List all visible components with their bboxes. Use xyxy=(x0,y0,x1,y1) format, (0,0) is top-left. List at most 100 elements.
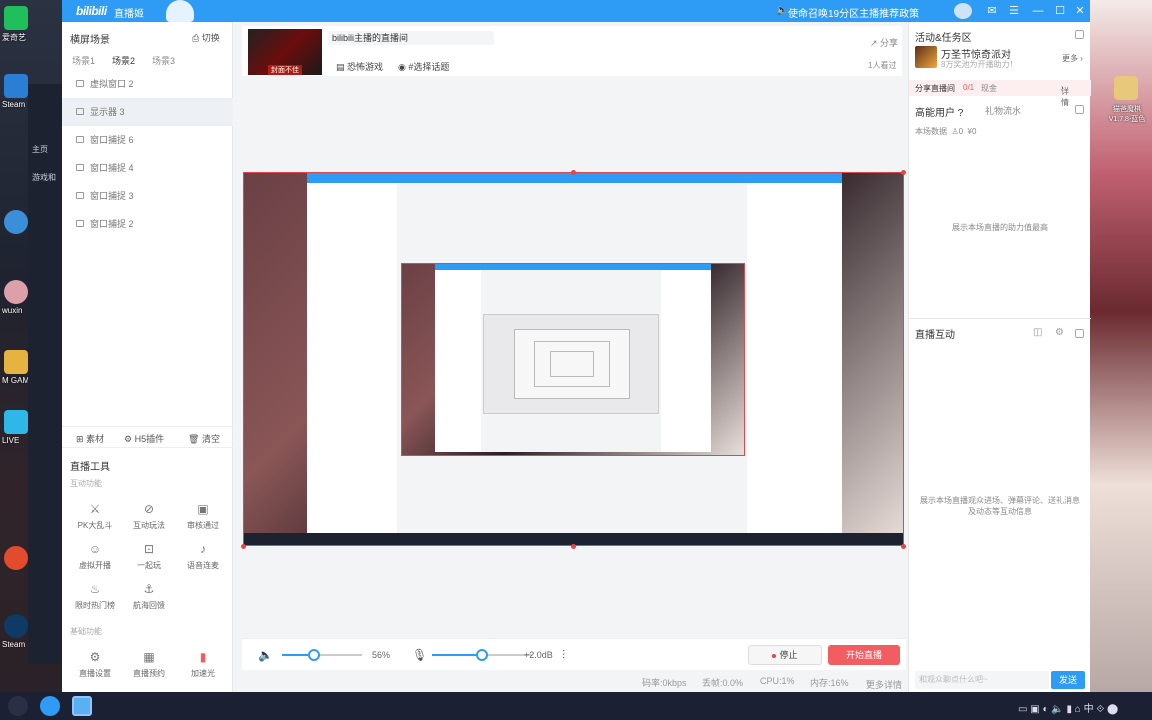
gear-icon[interactable]: ⚙ xyxy=(1055,327,1064,338)
resize-handle[interactable] xyxy=(241,544,246,549)
nested-left-panel xyxy=(435,270,481,452)
material-button[interactable]: ⊞ 素材 xyxy=(76,432,104,445)
room-title-input[interactable]: bilibili主播的直播间 xyxy=(328,31,494,45)
source-item[interactable]: 虚拟窗口 2 xyxy=(62,70,233,98)
voyage-tool[interactable]: ⚓ 航海回馈 xyxy=(122,582,176,611)
pk-tool[interactable]: ⚔ PK大乱斗 xyxy=(68,502,122,531)
more-details-label: 更多详情 xyxy=(866,680,903,690)
cover-image[interactable]: 封面不佳 xyxy=(248,29,322,75)
desktop-label: Steam xyxy=(2,100,26,109)
more-details-link[interactable]: 更多详情 › xyxy=(866,676,902,690)
send-button[interactable]: 发送 xyxy=(1051,671,1085,689)
hot-rank-tool[interactable]: ♨ 限时热门榜 xyxy=(68,582,122,611)
stream-preview[interactable] xyxy=(243,172,904,546)
chat-input[interactable]: 和观众聊点什么吧~ xyxy=(915,671,1049,689)
high-users-tab[interactable]: 高能用户 ? xyxy=(915,104,963,119)
gift-flow-tab[interactable]: 礼物流水 xyxy=(985,104,1021,117)
live-desktop-icon[interactable] xyxy=(4,410,28,434)
source-list: 虚拟窗口 2 显示器 3 窗口捕捉 6 窗口捕捉 4 窗口捕捉 3 窗口捕捉 2 xyxy=(62,70,233,238)
resize-handle[interactable] xyxy=(571,170,576,175)
notice-text[interactable]: 使命召唤19分区主播推荐政策 xyxy=(788,5,919,20)
mic-volume-slider[interactable] xyxy=(432,649,532,661)
review-icon: ▣ xyxy=(197,502,209,516)
detail-link[interactable]: 详情 › xyxy=(1061,83,1069,107)
mixer-icon[interactable]: ⫶ xyxy=(562,648,565,663)
tab-scene-1[interactable]: 场景1 xyxy=(72,54,95,67)
window-icon xyxy=(76,136,84,143)
maximize-icon[interactable]: ☐ xyxy=(1052,3,1068,19)
share-task-row[interactable]: 分享直播间 0/1 现金 详情 › xyxy=(909,80,1091,107)
mail-icon[interactable]: ✉ xyxy=(984,3,1000,19)
topic-selector[interactable]: ◉ #选择话题 xyxy=(398,60,449,73)
clear-button[interactable]: 🗑 清空 xyxy=(188,432,220,445)
flower-desktop-icon[interactable] xyxy=(4,280,28,304)
bg-window-text: 主页 xyxy=(32,145,48,154)
tool-label: 语音连麦 xyxy=(187,561,219,570)
start-live-button[interactable]: 开始直播 xyxy=(828,645,900,665)
review-tool[interactable]: ▣ 审核通过 xyxy=(176,502,230,531)
contribution-empty-text: 展示本场直播的助力值最高 xyxy=(952,223,1048,232)
steam-shortcut-icon[interactable] xyxy=(4,614,28,638)
voice-link-tool[interactable]: ♪ 语音连麦 xyxy=(176,542,230,571)
source-item[interactable]: 窗口捕捉 3 xyxy=(62,182,233,210)
source-label: 虚拟窗口 2 xyxy=(90,79,134,89)
share-count: 0/1 xyxy=(963,83,975,92)
source-item[interactable]: 显示器 3 xyxy=(62,98,233,126)
iqiyi-desktop-icon[interactable] xyxy=(4,6,28,30)
close-icon[interactable]: ✕ xyxy=(1072,3,1088,19)
minimize-icon[interactable]: — xyxy=(1030,3,1046,19)
avatar-icon[interactable] xyxy=(954,3,972,19)
more-link[interactable]: 更多 › xyxy=(1062,53,1083,64)
resize-handle[interactable] xyxy=(901,170,906,175)
popout-icon[interactable] xyxy=(1075,329,1084,338)
tab-scene-3[interactable]: 场景3 xyxy=(152,54,175,67)
interact-play-tool[interactable]: ⊘ 互动玩法 xyxy=(122,502,176,531)
window-icon xyxy=(76,220,84,227)
folder-desktop-icon[interactable] xyxy=(1114,76,1138,100)
resize-handle[interactable] xyxy=(901,544,906,549)
live-settings-tool[interactable]: ⚙ 直播设置 xyxy=(68,650,122,679)
share-button[interactable]: ↗ 分享 xyxy=(870,36,898,49)
activity-thumbnail[interactable] xyxy=(915,46,937,68)
h5-plugin-button[interactable]: ⚙ H5插件 xyxy=(124,432,164,445)
source-item[interactable]: 窗口捕捉 2 xyxy=(62,210,233,238)
source-item[interactable]: 窗口捕捉 6 xyxy=(62,126,233,154)
steam-desktop-icon[interactable] xyxy=(4,74,28,98)
mic-icon[interactable]: 🎙 xyxy=(412,648,427,662)
tray-icons[interactable]: ▭ ▣ ◐ 🔈 ▮ ⌂ 中 ⟐ ⬤ xyxy=(1018,700,1118,715)
scene-data-value: 0 xyxy=(958,127,964,136)
category-selector[interactable]: ▤ 恐怖游戏 xyxy=(336,60,383,73)
bilibili-taskbar-icon[interactable] xyxy=(72,696,92,716)
speaker-settings-icon[interactable]: ◫ xyxy=(1033,327,1042,338)
schedule-tool[interactable]: ▦ 直播预约 xyxy=(122,650,176,679)
scene-panel: 横屏场景 ⎙ 切换 场景1 场景2 场景3 虚拟窗口 2 显示器 3 窗口捕捉 … xyxy=(62,22,233,692)
popout-icon[interactable] xyxy=(1075,30,1084,39)
source-item[interactable]: 窗口捕捉 4 xyxy=(62,154,233,182)
interaction-title: 直播互动 xyxy=(915,330,955,341)
steam-taskbar-icon[interactable] xyxy=(8,696,28,716)
speaker-icon[interactable]: 🔈 xyxy=(258,648,273,662)
app-desktop-icon[interactable] xyxy=(4,210,28,234)
slider-knob[interactable] xyxy=(308,649,320,661)
pk-icon: ⚔ xyxy=(89,502,101,516)
slider-knob[interactable] xyxy=(476,649,488,661)
folder-desktop-icon[interactable] xyxy=(4,350,28,374)
help-icon[interactable]: ? xyxy=(958,108,964,119)
popout-icon[interactable] xyxy=(1075,105,1084,114)
viewer-count: 1人看过 xyxy=(868,61,897,70)
resize-handle[interactable] xyxy=(571,544,576,549)
stop-button[interactable]: 停止 xyxy=(748,645,822,665)
menu-icon[interactable]: ☰ xyxy=(1006,3,1022,19)
tab-scene-2[interactable]: 场景2 xyxy=(112,54,135,67)
game-desktop-icon[interactable] xyxy=(4,546,28,570)
gamepad-icon: ⊡ xyxy=(143,542,155,556)
play-together-tool[interactable]: ⊡ 一起玩 xyxy=(122,542,176,571)
title-bar[interactable]: bilibili 直播姬 🔈 使命召唤19分区主播推荐政策 ✉ ☰ — ☐ ✕ xyxy=(62,0,1090,22)
source-label: 窗口捕捉 4 xyxy=(90,163,134,173)
virtual-live-tool[interactable]: ☺ 虚拟开播 xyxy=(68,542,122,571)
boost-tool[interactable]: ▮ 加速光 xyxy=(176,650,230,679)
switch-button[interactable]: ⎙ 切换 xyxy=(192,31,220,44)
app-taskbar-icon[interactable] xyxy=(40,696,60,716)
nested-right-panel xyxy=(747,183,842,533)
speaker-volume-slider[interactable] xyxy=(282,649,362,661)
